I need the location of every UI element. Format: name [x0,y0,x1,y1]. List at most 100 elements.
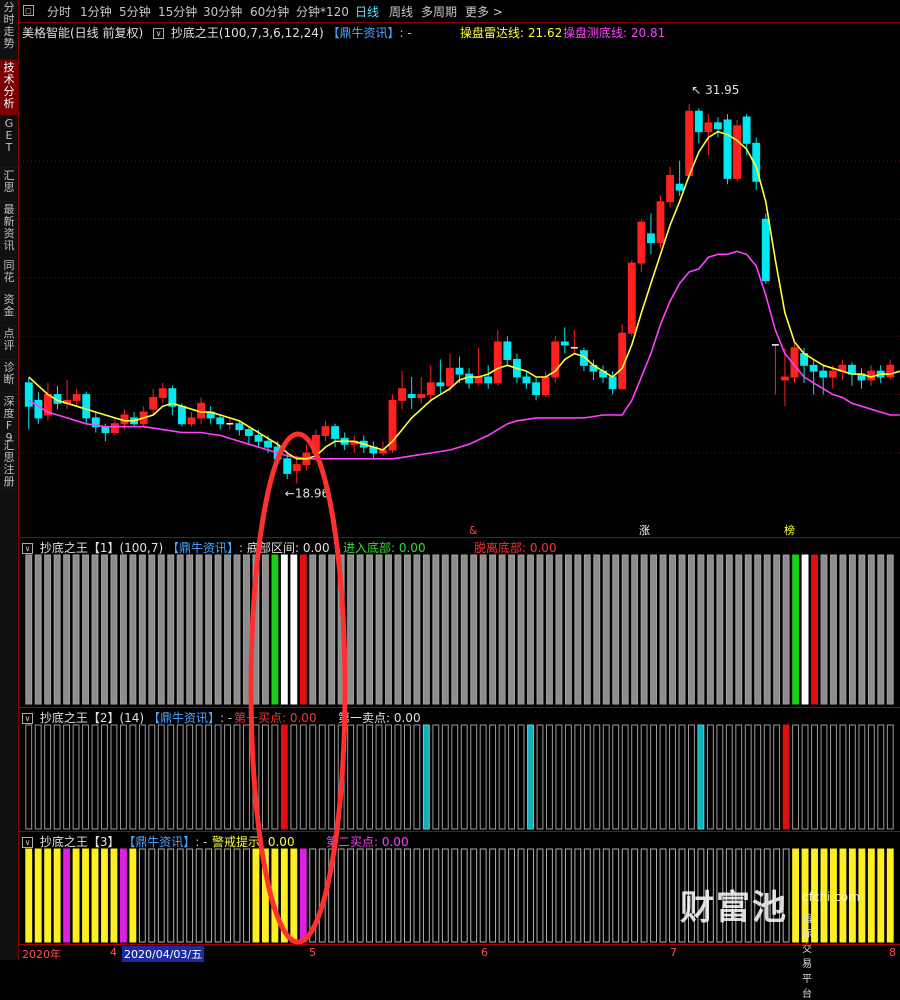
period-tab-4[interactable]: 30分钟 [203,3,242,20]
candle-body [685,110,694,176]
indicator-bar [375,848,383,943]
indicator-bar [347,724,355,830]
sidebar-tab-10[interactable]: 汇思注册 [0,438,18,490]
period-tab-7[interactable]: 日线 [355,3,379,20]
period-tab-10[interactable]: 更多 > [465,3,503,20]
sidebar-tab-6[interactable]: 资金 [0,292,18,326]
sidebar-tab-7[interactable]: 点评 [0,326,18,360]
indicator-bar [25,724,33,830]
candle-body [398,388,407,401]
indicator-bar [688,554,695,705]
indicator-bar [546,848,553,943]
candle [886,359,895,380]
indicator-bar [413,724,421,830]
candle-body [331,426,340,439]
sidebar-tab-8[interactable]: 诊断 [0,360,18,394]
candle-body [72,394,81,401]
candle [570,330,578,354]
period-toolbar: ◻ 分时 1分钟 5分钟 15分钟 30分钟 60分钟 分钟*120 日线 周线 多周期 更多 > [19,0,900,23]
sidebar-tab-1[interactable]: 技术分析 [0,60,18,116]
candlestick-chart[interactable]: ↖ 31.95 ←18.96 & 涨 榜 [19,38,900,536]
sidebar-tab-3[interactable]: 汇思 [0,168,18,202]
indicator-bar [858,724,866,830]
indicator-bar [129,848,137,943]
low-price-label: ←18.96 [285,486,329,500]
sidebar-tab-4[interactable]: 最新资讯 [0,202,18,258]
left-sidebar: 分时走势技术分析GET汇思最新资讯同花资金点评诊断深度F9汇思注册 [0,0,19,960]
indicator-bar [72,724,80,830]
candle-body [809,364,818,372]
period-tab-0[interactable]: 分时 [47,3,71,20]
indicator-bar [621,848,629,943]
candle [627,260,636,337]
indicator-bar [489,554,497,705]
candle [493,330,502,386]
candle [24,377,33,430]
indicator-bar [261,848,269,943]
sidebar-tab-5[interactable]: 同花 [0,258,18,292]
candle-body [417,394,426,398]
period-tab-6[interactable]: 分钟*120 [296,3,349,20]
period-tab-9[interactable]: 多周期 [421,3,457,20]
square-collapse-icon[interactable]: ◻ [23,5,34,16]
indicator-bar [669,554,676,705]
indicator-bar [233,554,241,705]
indicator-bar [186,848,194,943]
indicator-bar [583,554,591,705]
indicator-bar [167,848,175,943]
indicator-bar [328,554,336,705]
candle [426,365,435,401]
candle-body [34,399,43,419]
indicator-bar [129,724,137,830]
indicator-bar [527,848,534,943]
sidebar-tab-9[interactable]: 深度F9 [0,394,18,444]
period-tab-5[interactable]: 60分钟 [250,3,289,20]
period-tab-8[interactable]: 周线 [389,3,413,20]
indicator-bar [621,724,629,830]
indicator-bar [546,554,553,705]
indicator-bar [460,554,468,705]
indicator-bar [848,724,856,830]
candle [158,382,167,404]
indicator-bar [101,554,108,705]
indicator-bar [366,554,373,705]
indicator-bar [176,724,184,830]
period-tab-1[interactable]: 1分钟 [80,3,112,20]
indicator-bar [886,724,894,830]
period-tab-2[interactable]: 5分钟 [119,3,151,20]
candle [206,406,215,424]
candle-body [244,429,253,436]
indicator-bar [470,724,478,830]
candle-body [713,122,722,130]
indicator-bar [659,848,667,943]
indicator-bar [593,554,601,705]
indicator-bar [858,554,866,705]
indicator-bar [119,724,127,830]
period-tab-3[interactable]: 15分钟 [158,3,197,20]
indicator-bar [157,554,165,705]
indicator-bar [318,848,326,943]
collapse-toggle[interactable]: ◻ [23,3,37,17]
candle-body [560,341,569,346]
sidebar-tab-0[interactable]: 分时走势 [0,0,18,60]
indicator-bar [91,554,99,705]
indicator-bar [612,554,620,705]
candle [733,119,742,182]
candle [761,213,770,284]
indicator-bar [498,848,506,943]
indicator-bar [63,724,71,830]
candle [771,344,779,395]
indicator-bar [25,554,33,705]
indicator-bar [555,848,563,943]
indicator-bar [451,848,459,943]
indicator-bar [697,554,705,705]
indicator-bar [413,848,421,943]
indicator-bar [318,554,326,705]
indicator-bar [640,724,648,830]
sidebar-tab-2[interactable]: GET [0,116,18,168]
indicator-bar [735,724,743,830]
candle-body [321,426,330,436]
indicator-bar [101,724,108,830]
indicator-bar [498,554,506,705]
indicator-bar [385,554,392,705]
